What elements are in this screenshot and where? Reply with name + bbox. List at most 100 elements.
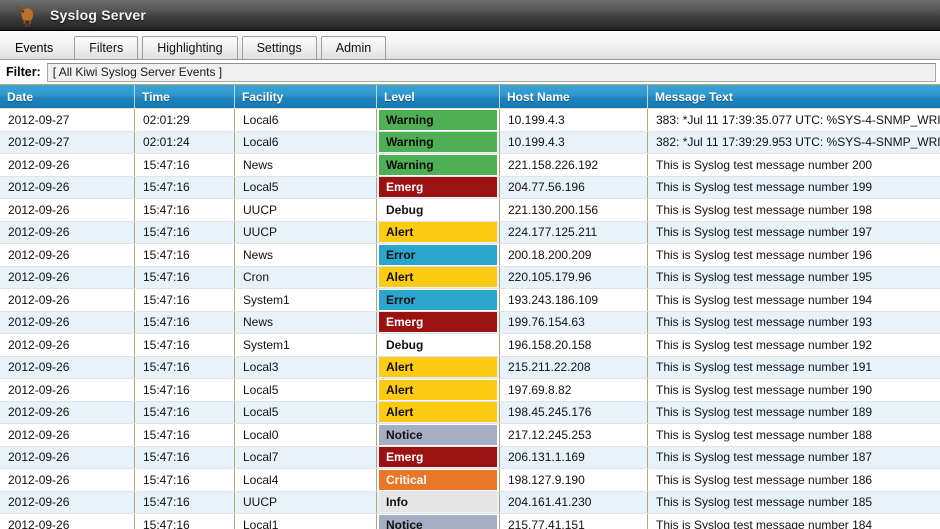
cell-facility: Local1 (235, 514, 377, 529)
cell-host-name: 193.243.186.109 (500, 289, 648, 311)
cell-facility: System1 (235, 289, 377, 311)
cell-host-name: 199.76.154.63 (500, 311, 648, 333)
cell-time: 15:47:16 (135, 199, 235, 221)
tab-filters-label: Filters (89, 41, 124, 55)
tab-filters[interactable]: Filters (74, 36, 139, 59)
cell-host-name: 220.105.179.96 (500, 266, 648, 288)
cell-host-name: 215.77.41.151 (500, 514, 648, 529)
cell-time: 02:01:24 (135, 131, 235, 153)
level-badge: Emerg (379, 312, 497, 333)
level-badge: Notice (379, 424, 497, 445)
filter-label: Filter: (6, 65, 41, 79)
level-badge: Critical (379, 469, 497, 490)
cell-level: Debug (377, 334, 500, 356)
level-badge: Debug (379, 199, 497, 220)
table-row[interactable]: 2012-09-26 15:47:16 System1 Error 193.243.18… (0, 289, 940, 312)
cell-date: 2012-09-27 (0, 109, 135, 131)
cell-message-text: This is Syslog test message number 190 (656, 382, 873, 397)
table-row[interactable]: 2012-09-26 15:47:16 News Warning 221.158.226… (0, 154, 940, 177)
tab-strip: Events Filters Highlighting Settings Adm… (0, 31, 940, 60)
table-row[interactable]: 2012-09-26 15:47:16 News Emerg 199.76.154.63… (0, 311, 940, 334)
cell-date: 2012-09-26 (0, 289, 135, 311)
cell-level: Alert (377, 356, 500, 378)
cell-date: 2012-09-26 (0, 356, 135, 378)
table-row[interactable]: 2012-09-26 15:47:16 Cron Alert 220.105.179.9… (0, 266, 940, 289)
cell-level: Alert (377, 401, 500, 423)
cell-time: 15:47:16 (135, 514, 235, 529)
cell-date: 2012-09-27 (0, 131, 135, 153)
column-header-date[interactable]: Date (0, 85, 135, 108)
kiwi-bird-icon (14, 3, 40, 27)
tab-events-label: Events (15, 41, 54, 55)
level-badge: Alert (379, 357, 497, 378)
level-badge: Warning (379, 109, 497, 130)
app-title: Syslog Server (50, 7, 146, 23)
cell-date: 2012-09-26 (0, 244, 135, 266)
cell-host-name: 198.45.245.176 (500, 401, 648, 423)
tab-highlighting[interactable]: Highlighting (142, 36, 238, 59)
cell-date: 2012-09-26 (0, 469, 135, 491)
table-row[interactable]: 2012-09-26 15:47:16 News Error 200.18.200.20… (0, 244, 940, 267)
syslog-server-window: Syslog Server Events Filters Highlightin… (0, 0, 940, 529)
table-row[interactable]: 2012-09-26 15:47:16 Local0 Notice 217.12.245… (0, 424, 940, 447)
cell-level: Alert (377, 266, 500, 288)
cell-date: 2012-09-26 (0, 424, 135, 446)
cell-facility: Local7 (235, 446, 377, 468)
tab-admin[interactable]: Admin (320, 36, 387, 59)
cell-message-text: This is Syslog test message number 198 (656, 202, 873, 217)
table-row[interactable]: 2012-09-26 15:47:16 Local3 Alert 215.211.22.… (0, 356, 940, 379)
cell-message-text: 383: *Jul 11 17:39:35.077 UTC: %SYS-4-SN… (656, 112, 940, 127)
cell-message-text: This is Syslog test message number 184 (656, 517, 873, 529)
table-row[interactable]: 2012-09-26 15:47:16 System1 Debug 196.158.20… (0, 334, 940, 357)
table-row[interactable]: 2012-09-27 02:01:29 Local6 Warning 10.199.4.… (0, 109, 940, 132)
cell-message-text: This is Syslog test message number 195 (656, 270, 873, 285)
cell-level: Emerg (377, 311, 500, 333)
table-row[interactable]: 2012-09-26 15:47:16 Local5 Alert 198.45.245.… (0, 401, 940, 424)
level-badge: Error (379, 289, 497, 310)
cell-level: Info (377, 491, 500, 513)
cell-time: 15:47:16 (135, 379, 235, 401)
table-row[interactable]: 2012-09-26 15:47:16 Local5 Emerg 204.77.56.1… (0, 176, 940, 199)
table-row[interactable]: 2012-09-26 15:47:16 Local4 Critical 198.127.… (0, 469, 940, 492)
tab-settings[interactable]: Settings (241, 36, 317, 59)
filter-input[interactable]: [ All Kiwi Syslog Server Events ] (46, 62, 936, 82)
cell-facility: Local5 (235, 176, 377, 198)
tab-admin-label: Admin (335, 41, 372, 55)
cell-facility: News (235, 154, 377, 176)
cell-facility: Local0 (235, 424, 377, 446)
cell-message-text: This is Syslog test message number 189 (656, 405, 873, 420)
cell-host-name: 221.158.226.192 (500, 154, 648, 176)
table-row[interactable]: 2012-09-26 15:47:16 Local7 Emerg 206.131.1.1… (0, 446, 940, 469)
level-badge: Emerg (379, 177, 497, 198)
column-header-level[interactable]: Level (377, 85, 500, 108)
tab-highlighting-label: Highlighting (157, 41, 223, 55)
cell-host-name: 196.158.20.158 (500, 334, 648, 356)
level-badge: Emerg (379, 447, 497, 468)
cell-message-text: This is Syslog test message number 191 (656, 360, 873, 375)
cell-level: Alert (377, 379, 500, 401)
cell-date: 2012-09-26 (0, 154, 135, 176)
table-row[interactable]: 2012-09-27 02:01:24 Local6 Warning 10.199.4.… (0, 131, 940, 154)
level-badge: Error (379, 244, 497, 265)
cell-level: Emerg (377, 176, 500, 198)
table-row[interactable]: 2012-09-26 15:47:16 UUCP Alert 224.177.125.2… (0, 221, 940, 244)
column-header-host-name[interactable]: Host Name (500, 85, 648, 108)
cell-host-name: 215.211.22.208 (500, 356, 648, 378)
cell-time: 15:47:16 (135, 491, 235, 513)
tab-events[interactable]: Events (4, 36, 70, 59)
cell-date: 2012-09-26 (0, 491, 135, 513)
cell-message-text: This is Syslog test message number 186 (656, 472, 873, 487)
table-row[interactable]: 2012-09-26 15:47:16 Local5 Alert 197.69.8.82… (0, 379, 940, 402)
cell-facility: News (235, 244, 377, 266)
column-header-time[interactable]: Time (135, 85, 235, 108)
cell-date: 2012-09-26 (0, 446, 135, 468)
column-header-message-text[interactable]: Message Text (648, 85, 940, 108)
table-row[interactable]: 2012-09-26 15:47:16 Local1 Notice 215.77.41.… (0, 514, 940, 529)
table-row[interactable]: 2012-09-26 15:47:16 UUCP Info 204.161.41.230… (0, 491, 940, 514)
column-header-facility[interactable]: Facility (235, 85, 377, 108)
cell-host-name: 221.130.200.156 (500, 199, 648, 221)
table-row[interactable]: 2012-09-26 15:47:16 UUCP Debug 221.130.200.1… (0, 199, 940, 222)
cell-date: 2012-09-26 (0, 311, 135, 333)
cell-level: Notice (377, 514, 500, 529)
cell-facility: Local6 (235, 109, 377, 131)
